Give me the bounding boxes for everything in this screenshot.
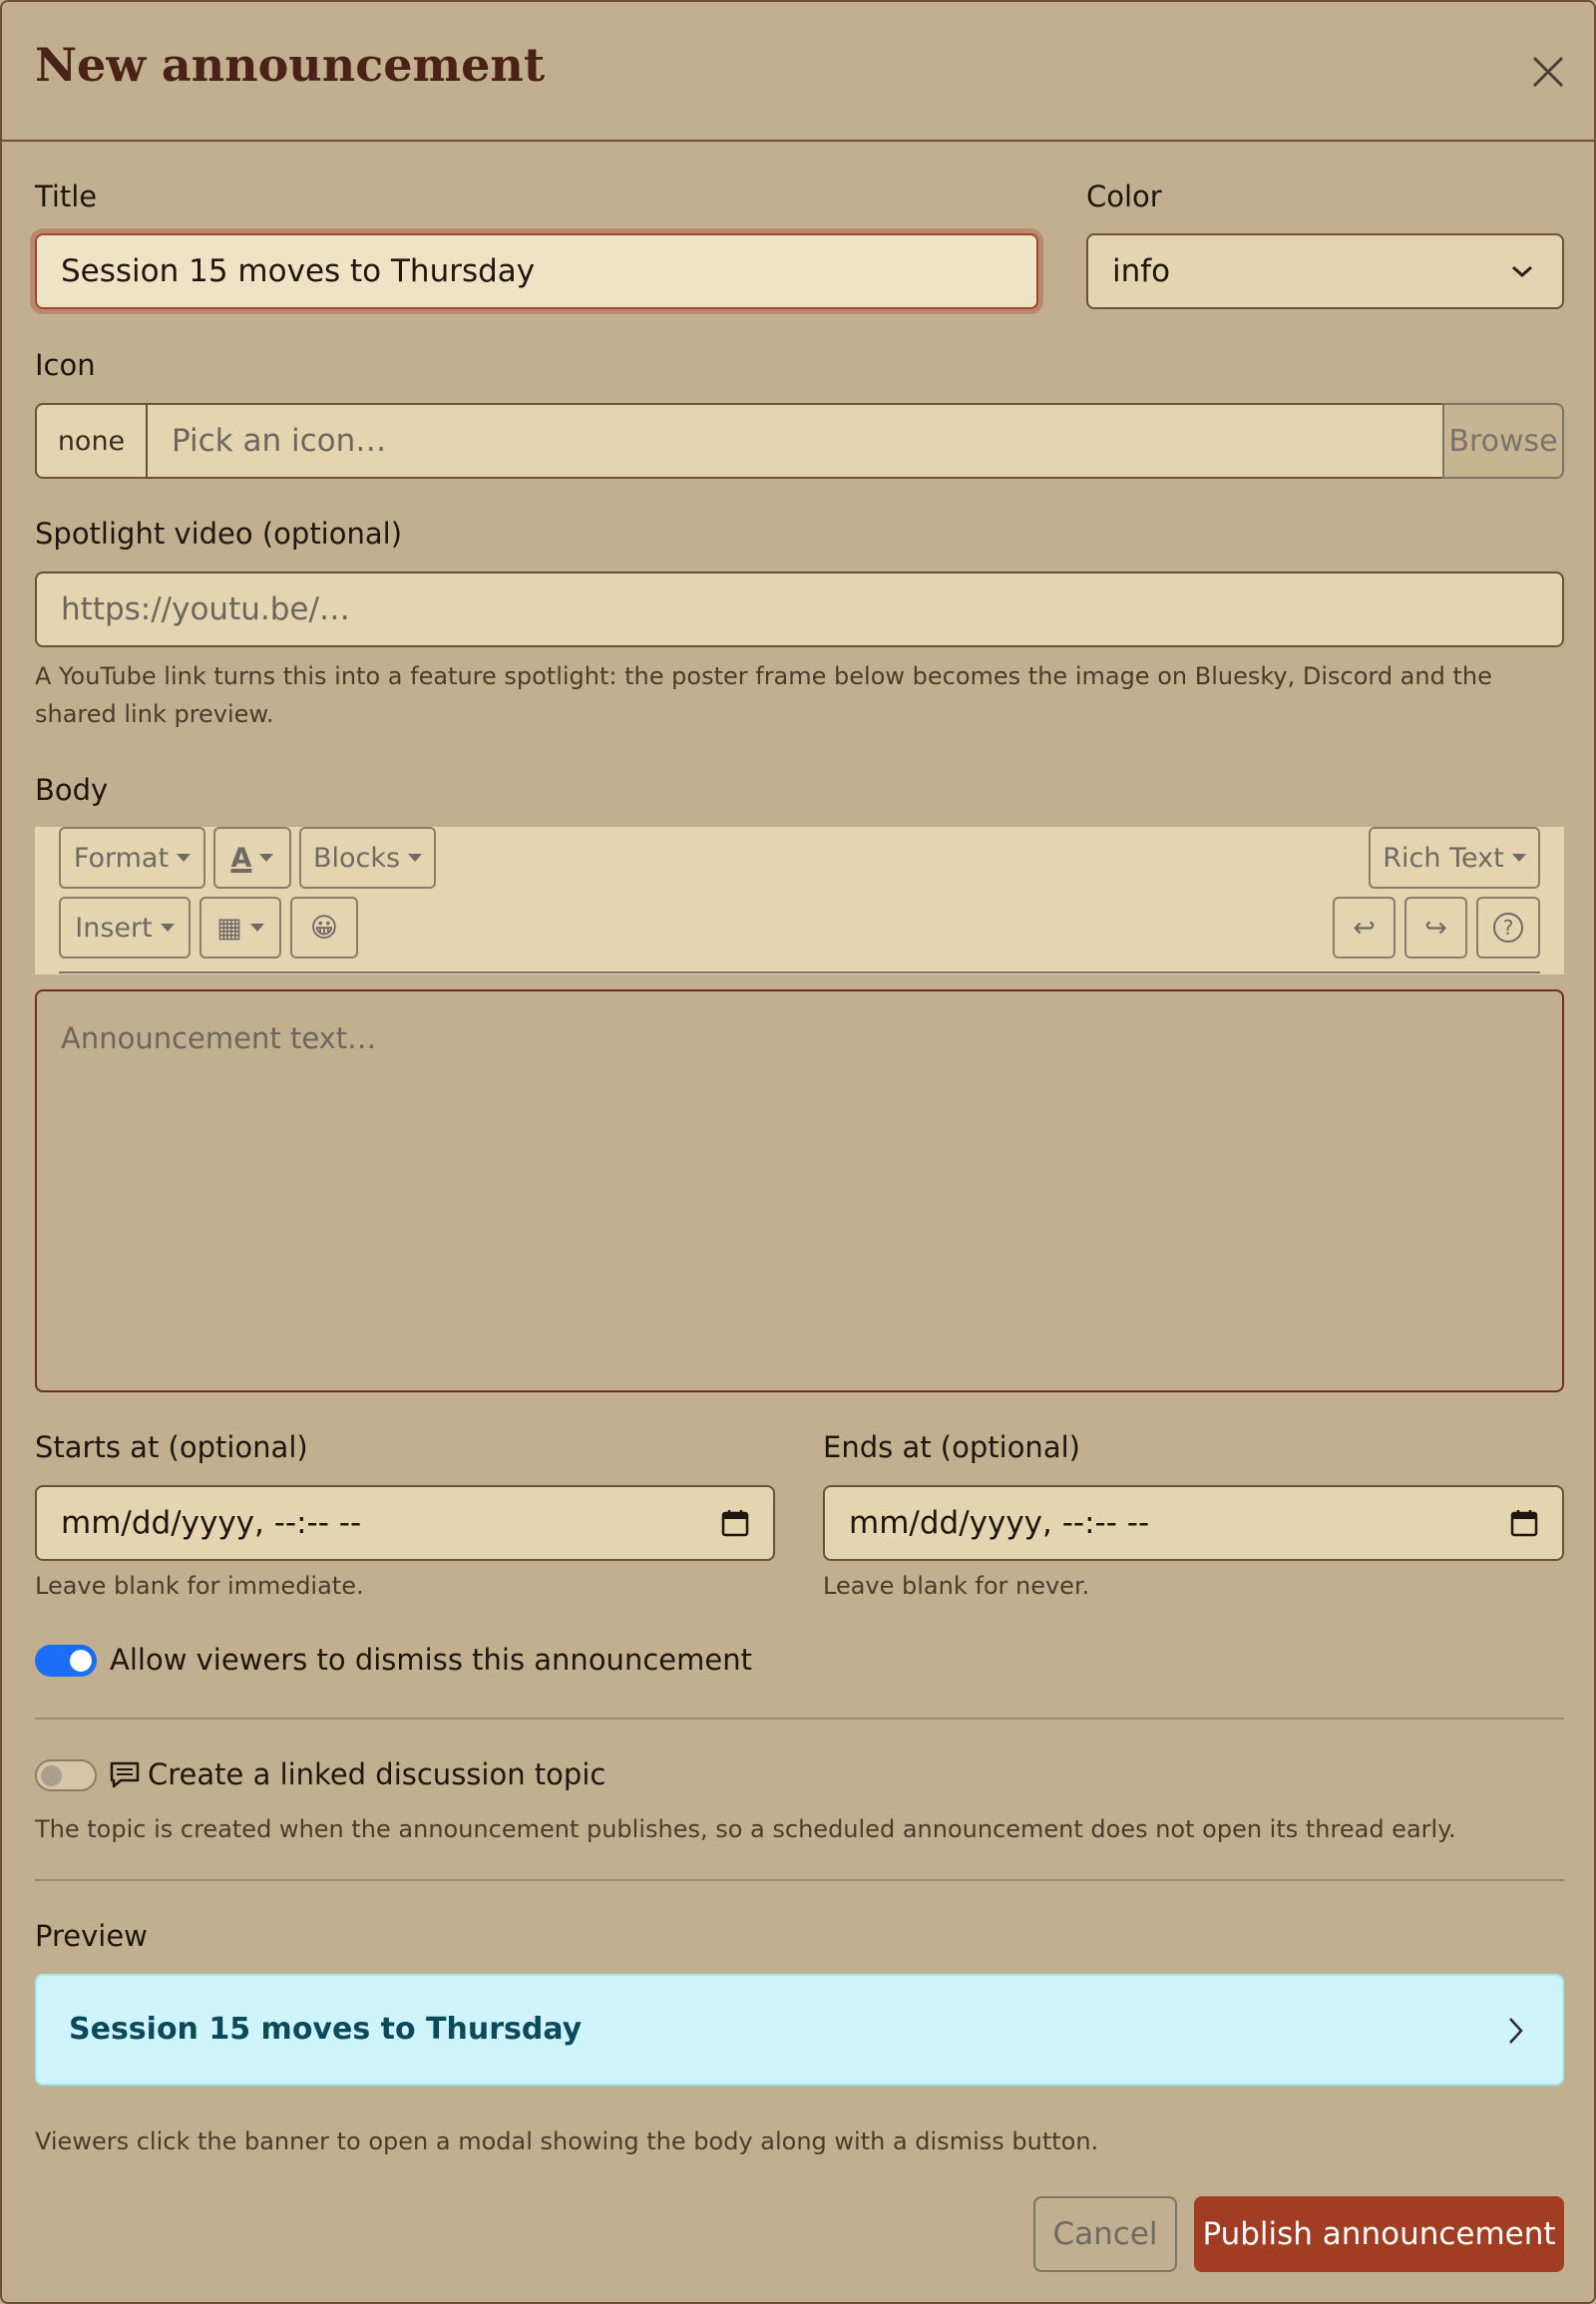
topic-help-text: The topic is created when the announceme… bbox=[35, 1815, 1456, 1843]
cancel-button[interactable]: Cancel bbox=[1033, 2196, 1177, 2272]
table-menu-button[interactable]: ▦ bbox=[200, 897, 281, 959]
blocks-menu-label: Blocks bbox=[312, 842, 401, 874]
color-select-value: info bbox=[1112, 253, 1171, 289]
preview-help-text: Viewers click the banner to open a modal… bbox=[35, 2127, 1099, 2155]
emoji-button[interactable]: 😀 bbox=[290, 897, 358, 959]
preview-label: Preview bbox=[35, 1919, 148, 1953]
icon-input[interactable]: Pick an icon… bbox=[146, 403, 1444, 479]
caret-down-icon bbox=[177, 854, 192, 862]
icon-input-placeholder: Pick an icon… bbox=[172, 423, 387, 459]
editor-toolbar: Format A Blocks Rich Text Insert ▦ 😀 ↩ ↪… bbox=[35, 827, 1564, 974]
caret-down-icon bbox=[259, 854, 274, 862]
toolbar-divider bbox=[59, 971, 1540, 973]
help-icon: ? bbox=[1493, 913, 1523, 943]
starts-datetime-input[interactable]: mm/dd/yyyy, --:-- -- bbox=[35, 1485, 775, 1561]
starts-datetime-value: mm/dd/yyyy, --:-- -- bbox=[61, 1505, 362, 1541]
caret-down-icon bbox=[249, 924, 264, 932]
ends-help-text: Leave blank for never. bbox=[823, 1572, 1090, 1600]
editor-help-button[interactable]: ? bbox=[1476, 897, 1540, 959]
video-help-text: A YouTube link turns this into a feature… bbox=[35, 662, 1492, 728]
dismiss-toggle-label: Allow viewers to dismiss this announceme… bbox=[110, 1643, 752, 1677]
text-color-button[interactable]: A bbox=[213, 827, 291, 889]
dismiss-toggle[interactable] bbox=[35, 1645, 97, 1677]
title-input-value: Session 15 moves to Thursday bbox=[61, 253, 536, 289]
insert-menu-label: Insert bbox=[75, 912, 153, 944]
ends-label: Ends at (optional) bbox=[823, 1430, 1080, 1464]
undo-icon: ↩ bbox=[1353, 912, 1376, 944]
modal-header: New announcement bbox=[2, 2, 1594, 142]
format-menu-label: Format bbox=[73, 842, 170, 874]
caret-down-icon bbox=[1511, 854, 1526, 862]
blocks-menu-button[interactable]: Blocks bbox=[299, 827, 436, 889]
video-label: Spotlight video (optional) bbox=[35, 517, 403, 551]
icon-prefix: none bbox=[35, 403, 148, 479]
publish-button[interactable]: Publish announcement bbox=[1194, 2196, 1564, 2272]
redo-icon: ↪ bbox=[1424, 912, 1447, 944]
table-icon: ▦ bbox=[216, 912, 242, 944]
announcement-modal: New announcement Title Session 15 moves … bbox=[0, 0, 1596, 2304]
calendar-icon[interactable] bbox=[721, 1509, 749, 1537]
topic-toggle[interactable] bbox=[35, 1759, 97, 1791]
format-menu-button[interactable]: Format bbox=[59, 827, 205, 889]
color-select[interactable]: info bbox=[1086, 233, 1564, 309]
icon-picker: none Pick an icon… Browse bbox=[35, 403, 1564, 479]
emoji-icon: 😀 bbox=[309, 912, 339, 944]
title-label: Title bbox=[35, 180, 98, 213]
chevron-right-icon bbox=[1509, 2018, 1523, 2044]
preview-banner-title: Session 15 moves to Thursday bbox=[69, 2012, 583, 2047]
color-label: Color bbox=[1086, 180, 1162, 213]
browse-button[interactable]: Browse bbox=[1442, 403, 1564, 479]
close-button[interactable] bbox=[1526, 50, 1570, 94]
section-divider bbox=[35, 1718, 1564, 1720]
close-icon bbox=[1532, 56, 1564, 88]
preview-banner[interactable]: Session 15 moves to Thursday bbox=[35, 1974, 1564, 2086]
caret-down-icon bbox=[408, 854, 423, 862]
body-editor[interactable]: Announcement text… bbox=[35, 989, 1564, 1392]
starts-help-text: Leave blank for immediate. bbox=[35, 1572, 364, 1600]
ends-datetime-input[interactable]: mm/dd/yyyy, --:-- -- bbox=[823, 1485, 1564, 1561]
editor-mode-button[interactable]: Rich Text bbox=[1369, 827, 1540, 889]
body-label: Body bbox=[35, 773, 109, 807]
topic-toggle-label: Create a linked discussion topic bbox=[148, 1757, 606, 1791]
modal-title: New announcement bbox=[35, 38, 546, 92]
title-input[interactable]: Session 15 moves to Thursday bbox=[35, 233, 1038, 309]
insert-menu-button[interactable]: Insert bbox=[59, 897, 191, 959]
redo-button[interactable]: ↪ bbox=[1404, 897, 1467, 959]
editor-mode-label: Rich Text bbox=[1383, 842, 1504, 874]
video-url-placeholder: https://youtu.be/… bbox=[61, 591, 350, 627]
calendar-icon[interactable] bbox=[1510, 1509, 1538, 1537]
chat-icon bbox=[110, 1761, 140, 1788]
text-color-icon: A bbox=[230, 842, 252, 874]
video-url-input[interactable]: https://youtu.be/… bbox=[35, 572, 1564, 647]
caret-down-icon bbox=[160, 924, 175, 932]
undo-button[interactable]: ↩ bbox=[1333, 897, 1396, 959]
ends-datetime-value: mm/dd/yyyy, --:-- -- bbox=[849, 1505, 1150, 1541]
chevron-down-icon bbox=[1512, 265, 1532, 278]
body-editor-placeholder: Announcement text… bbox=[61, 1021, 377, 1055]
section-divider bbox=[35, 1879, 1564, 1881]
starts-label: Starts at (optional) bbox=[35, 1430, 308, 1464]
icon-label: Icon bbox=[35, 348, 96, 382]
